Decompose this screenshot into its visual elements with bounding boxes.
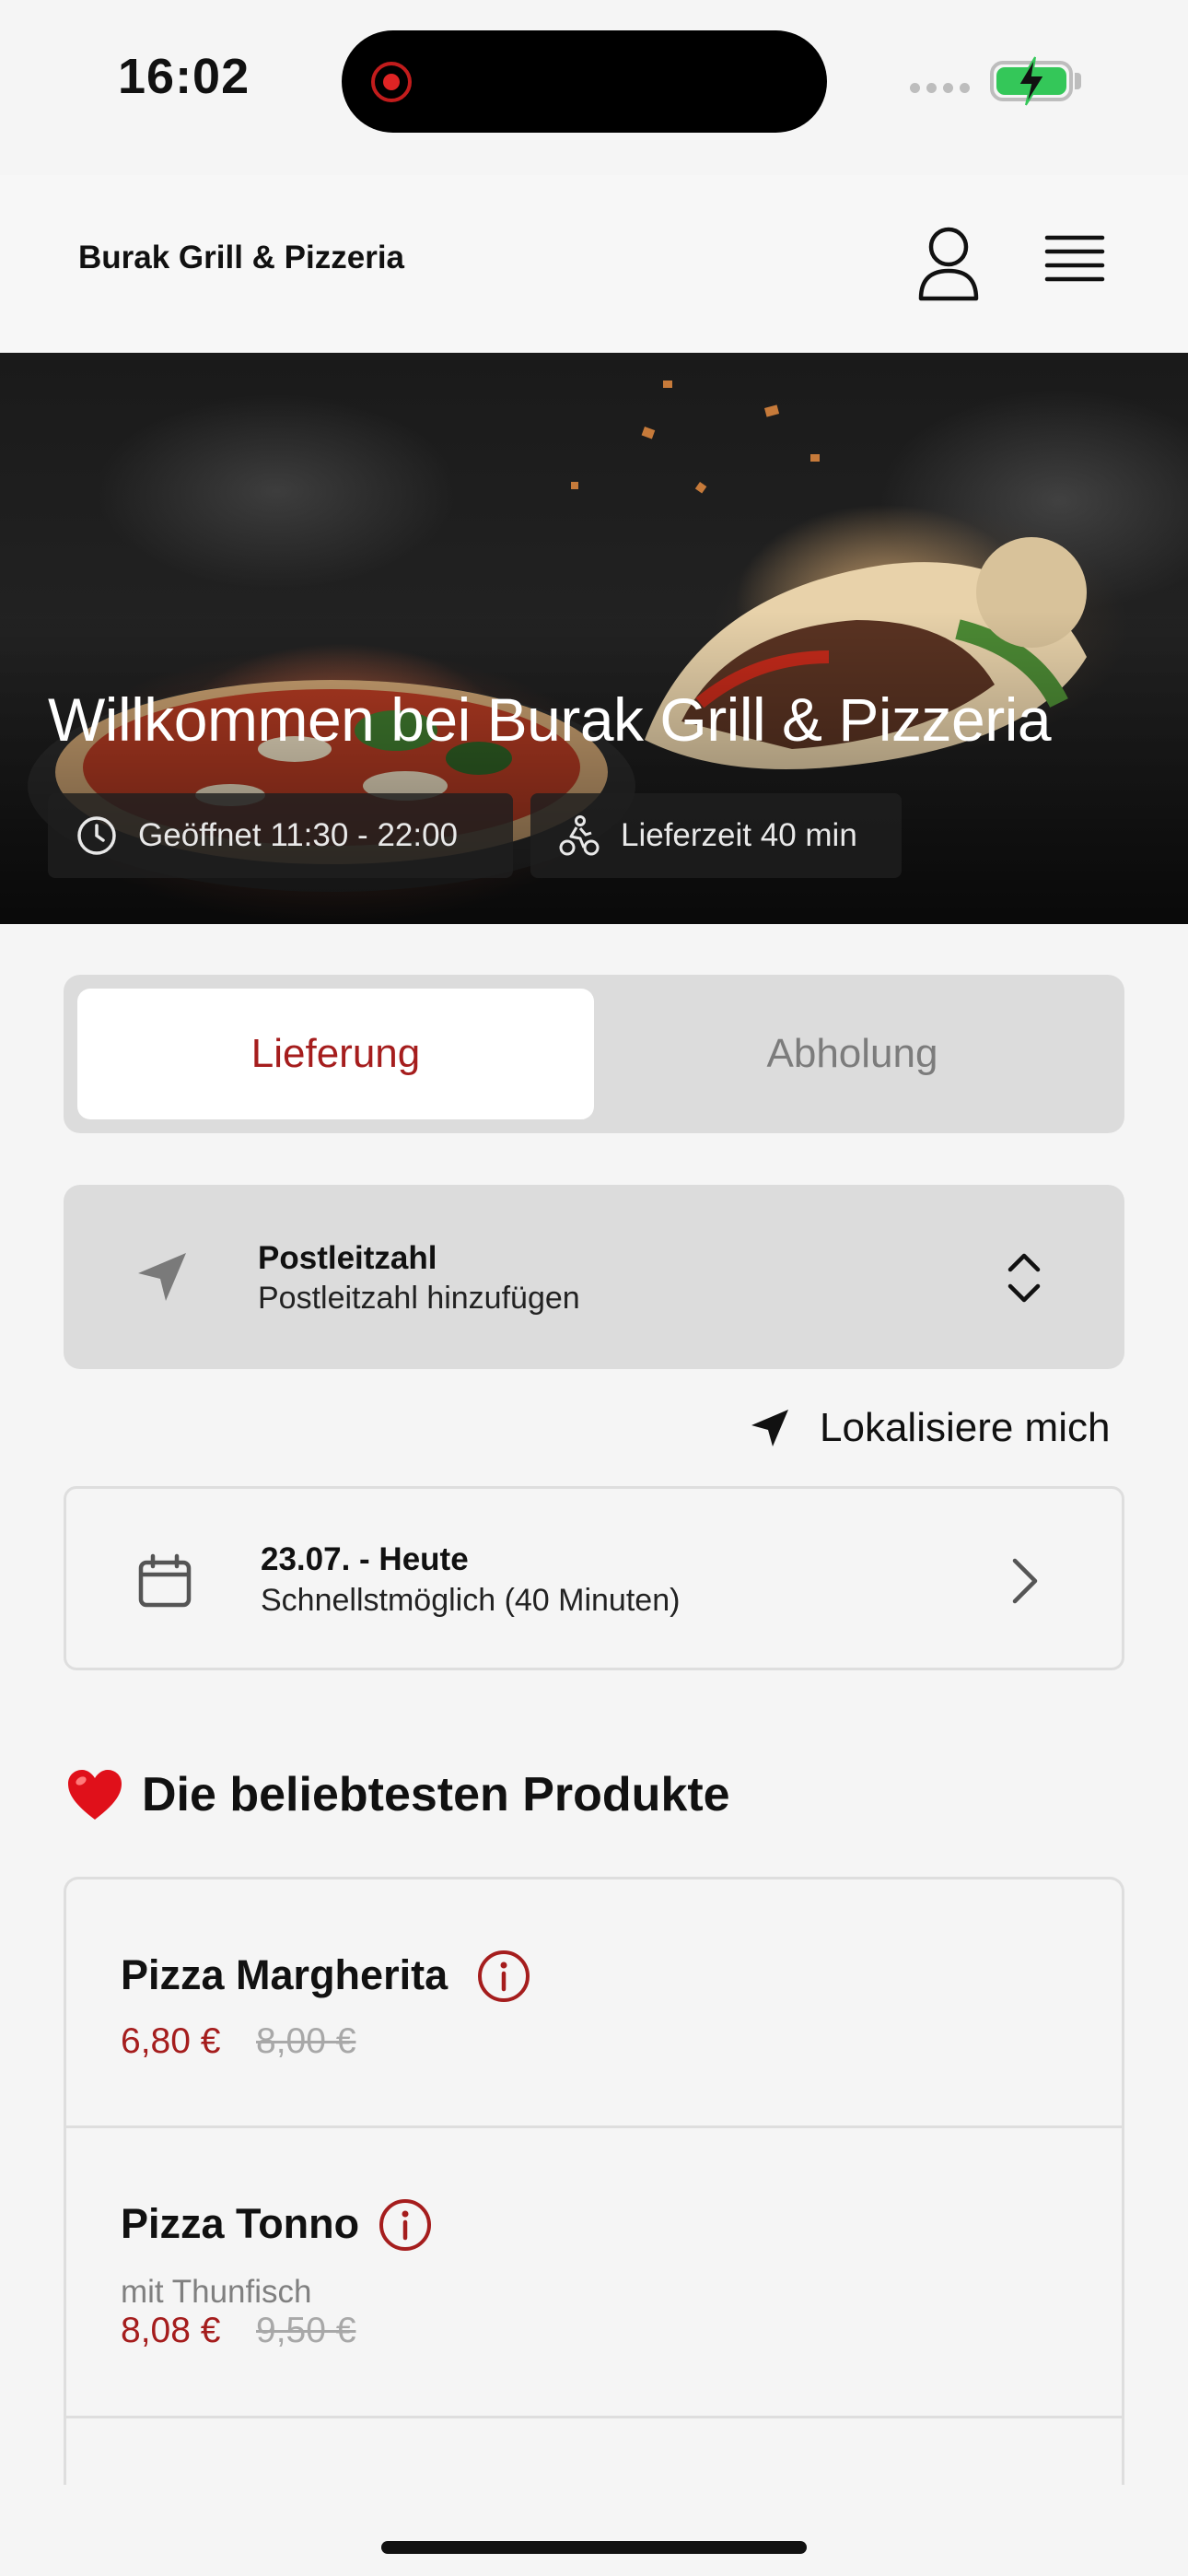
app-header: Burak Grill & Pizzeria [0, 175, 1188, 354]
clock-icon [77, 816, 116, 855]
delivery-date-subtitle: Schnellstmöglich (40 Minuten) [261, 1583, 681, 1618]
popular-products-heading: Die beliebtesten Produkte [66, 1767, 730, 1822]
user-icon[interactable] [912, 221, 985, 304]
delivery-option[interactable]: Lieferung [77, 989, 594, 1119]
delivery-date-selector[interactable]: 23.07. - Heute Schnellstmöglich (40 Minu… [64, 1486, 1124, 1670]
delivery-time-text: Lieferzeit 40 min [621, 817, 857, 853]
chevron-up-down-icon [1007, 1253, 1041, 1303]
location-arrow-icon [138, 1253, 186, 1301]
cellular-signal-icon [910, 83, 970, 93]
status-bar: 16:02 [0, 0, 1188, 166]
order-mode-toggle: Lieferung Abholung [64, 975, 1124, 1133]
product-description: mit Thunfisch [121, 2274, 312, 2310]
hero-title: Willkommen bei Burak Grill & Pizzeria [48, 685, 1052, 754]
product-price: 6,80 € [121, 2021, 221, 2061]
dynamic-island [342, 30, 827, 133]
home-indicator[interactable] [381, 2541, 807, 2554]
heart-icon [68, 1770, 122, 1820]
product-old-price: 9,50 € [256, 2311, 356, 2350]
postcode-selector[interactable]: Postleitzahl Postleitzahl hinzufügen [64, 1185, 1124, 1369]
info-icon[interactable] [477, 1950, 530, 2003]
postcode-label: Postleitzahl [258, 1240, 437, 1276]
product-price: 8,08 € [121, 2311, 221, 2350]
hamburger-menu-icon[interactable] [1036, 228, 1110, 293]
opening-hours-badge: Geöffnet 11:30 - 22:00 [48, 793, 513, 878]
chevron-right-icon [1012, 1558, 1038, 1604]
brand-title[interactable]: Burak Grill & Pizzeria [78, 240, 404, 276]
postcode-field[interactable]: Postleitzahl hinzufügen [258, 1281, 580, 1317]
pickup-option[interactable]: Abholung [594, 989, 1111, 1119]
product-name: Pizza Margherita [121, 1951, 448, 1998]
charging-bolt-icon [1017, 56, 1046, 106]
opening-hours-text: Geöffnet 11:30 - 22:00 [138, 817, 459, 853]
product-name: Pizza Tonno [121, 2200, 360, 2247]
delivery-date-title: 23.07. - Heute [261, 1541, 469, 1577]
product-item-pizza-tonno[interactable]: Pizza Tonno mit Thunfisch 8,08 € 9,50 € [66, 2128, 1122, 2418]
hero-banner: Willkommen bei Burak Grill & Pizzeria Ge… [0, 353, 1188, 924]
popular-products-title: Die beliebtesten Produkte [142, 1768, 730, 1821]
product-old-price: 8,00 € [256, 2021, 356, 2061]
status-time: 16:02 [118, 49, 250, 104]
recording-indicator-icon [371, 62, 412, 102]
location-arrow-icon [751, 1410, 788, 1446]
locate-me-button[interactable]: Lokalisiere mich [748, 1402, 1110, 1454]
product-item-pizza-margherita[interactable]: Pizza Margherita 6,80 € 8,00 € [66, 1879, 1122, 2128]
calendar-icon [138, 1553, 192, 1608]
locate-me-label: Lokalisiere mich [820, 1405, 1111, 1450]
delivery-time-badge: Lieferzeit 40 min [530, 793, 902, 878]
bike-courier-icon [559, 815, 600, 856]
info-icon[interactable] [379, 2198, 432, 2252]
product-list: Pizza Margherita 6,80 € 8,00 € Pizza Ton… [64, 1877, 1124, 2485]
